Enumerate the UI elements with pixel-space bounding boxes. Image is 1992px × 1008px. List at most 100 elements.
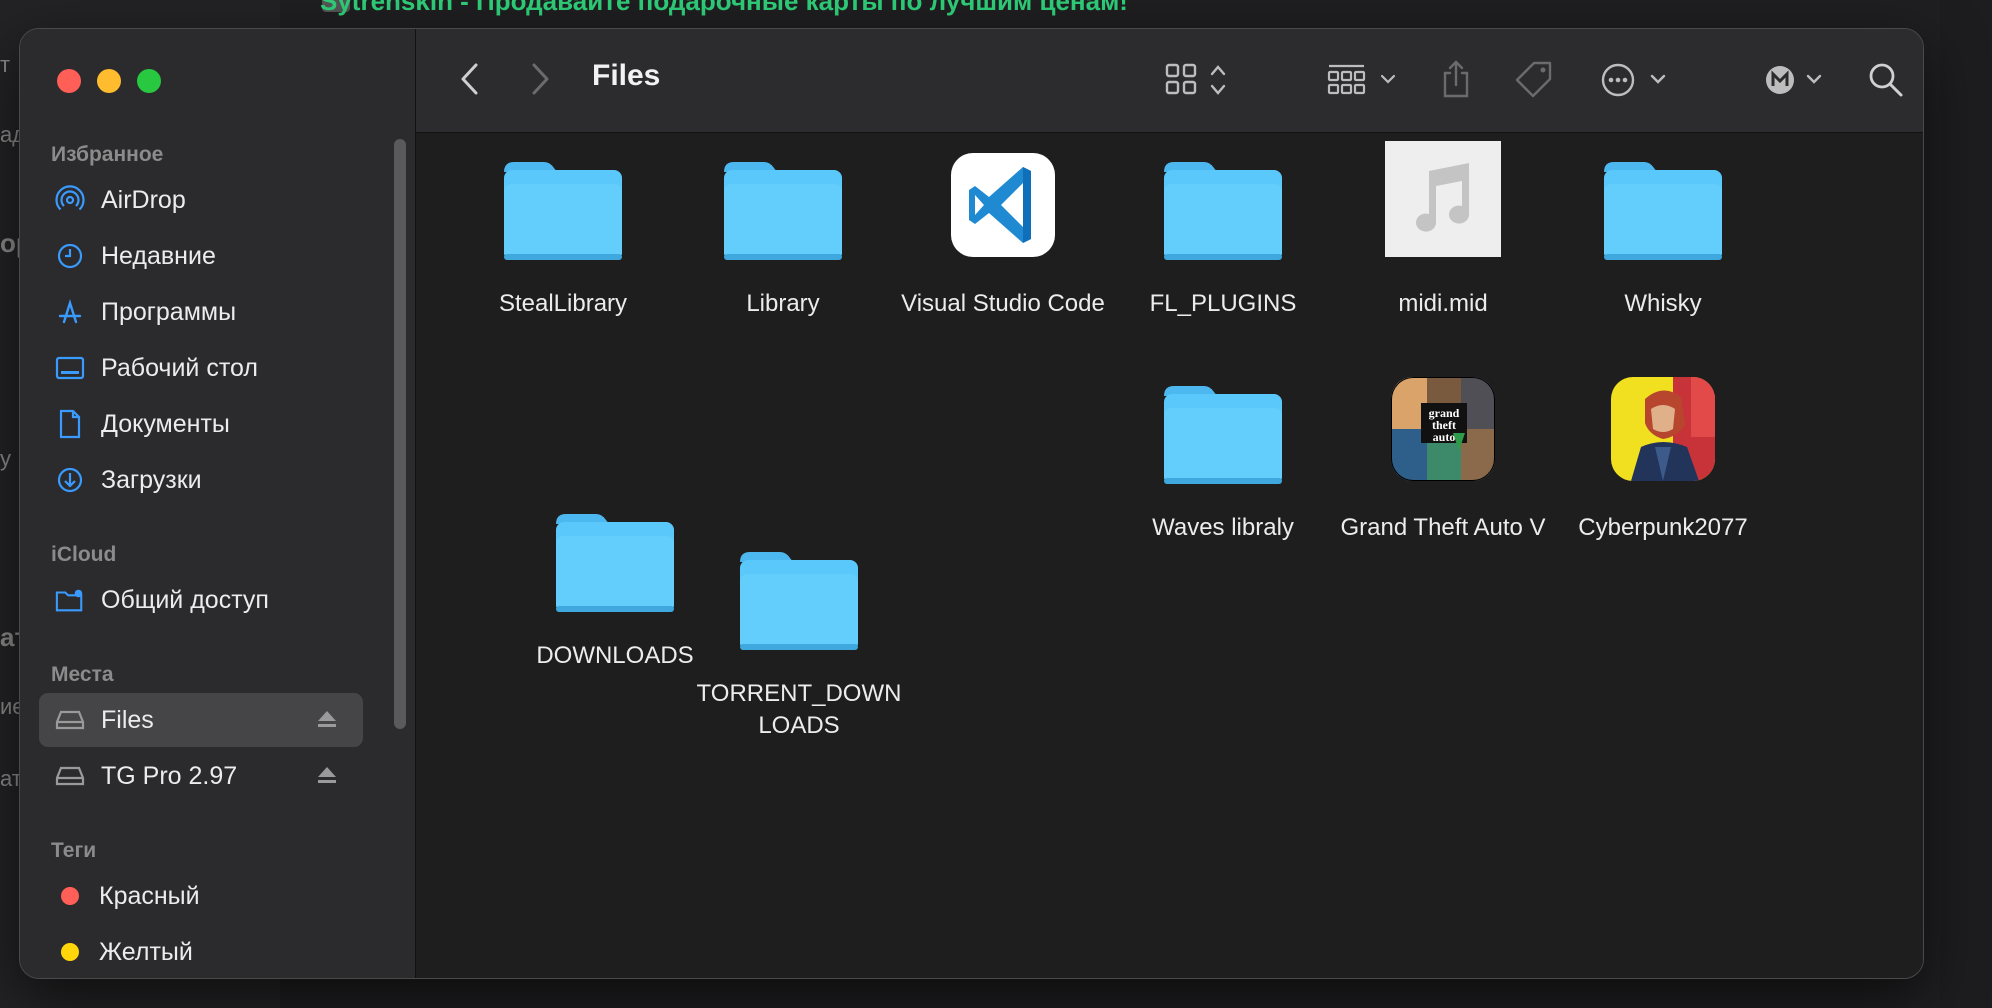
file-item-steamlibrary[interactable]: StealLibrary [453,148,673,320]
share-button[interactable] [1436,55,1476,103]
download-icon [55,465,85,495]
gta-app-icon: grand theft auto [1391,377,1495,486]
document-icon [55,409,85,439]
sidebar-item-label: Желтый [99,937,193,966]
drive-icon [55,705,85,735]
icloud-section-title: iCloud [51,543,117,566]
file-item-cyberpunk[interactable]: Cyberpunk2077 [1553,372,1773,544]
mega-account-icon [1766,66,1822,94]
file-item-library[interactable]: Library [673,148,893,320]
sidebar-scrollbar[interactable] [394,139,406,729]
file-name: Waves libraly [1152,514,1294,541]
file-name: Cyberpunk2077 [1578,514,1748,541]
file-name: midi.mid [1398,290,1488,317]
svg-text:auto: auto [1433,430,1456,444]
folder-icon [738,548,860,652]
grid-view-icon [1165,63,1226,95]
eject-icon[interactable] [315,763,339,787]
forward-button[interactable] [522,59,558,99]
more-icon [1601,63,1666,97]
desktop-icon [55,353,85,383]
search-button[interactable] [1866,59,1906,101]
favorites-section-title: Избранное [51,143,164,166]
sidebar-item-label: TG Pro 2.97 [101,761,238,790]
drive-icon [55,761,85,791]
forward-icon [532,63,549,95]
yellow-tag-dot-icon [61,943,79,961]
file-item-waves[interactable]: Waves libraly [1113,372,1333,544]
cyberpunk-app-icon [1611,377,1715,486]
share-icon [1443,60,1469,98]
sidebar-item-downloads[interactable]: Загрузки [39,453,363,507]
vscode-app-icon [951,153,1055,262]
tags-section-title: Теги [51,839,97,862]
search-icon [1869,63,1903,97]
sidebar-item-files[interactable]: Files [39,693,363,747]
folder-icon [1162,382,1284,486]
group-icon [1327,64,1396,95]
tag-icon [1515,61,1552,98]
folder-icon [722,158,844,262]
sidebar-item-label: Загрузки [101,465,202,494]
sidebar-item-label: AirDrop [101,185,186,214]
sidebar-item-label: Рабочий стол [101,353,258,382]
sidebar-item-label: Files [101,705,154,734]
file-item-vscode[interactable]: Visual Studio Code [893,148,1113,320]
more-actions-button[interactable] [1600,59,1672,101]
file-name: FL_PLUGINS [1149,290,1297,317]
file-name: TORRENT_DOWNLOADS [696,680,902,739]
sidebar-item-tag-yellow[interactable]: Желтый [39,925,363,978]
close-button[interactable] [57,69,81,93]
file-name: Library [746,290,820,317]
folder-icon [554,510,676,614]
airdrop-icon [55,185,85,215]
background-fragment: у [0,446,11,471]
applications-icon [55,297,85,327]
file-item-gta[interactable]: grand theft auto Grand Theft Auto V [1333,372,1553,544]
background-fragment: т [0,52,11,77]
sidebar-item-label: Документы [101,409,230,438]
back-icon [461,63,478,95]
minimize-button[interactable] [97,69,121,93]
zoom-button[interactable] [137,69,161,93]
file-name: Grand Theft Auto V [1340,514,1546,541]
sidebar-item-airdrop[interactable]: AirDrop [39,173,363,227]
sidebar-item-label: Программы [101,297,237,326]
toolbar: Files [416,29,1923,133]
finder-window: Избранное AirDrop Недавние Программы Раб… [19,28,1924,979]
sidebar-item-documents[interactable]: Документы [39,397,363,451]
view-mode-button[interactable] [1164,59,1236,101]
sidebar-item-applications[interactable]: Программы [39,285,363,339]
sidebar-item-recents[interactable]: Недавние [39,229,363,283]
sidebar-item-label: Красный [99,881,200,910]
file-grid: StealLibrary Library Visual Studio Code [416,133,1923,978]
shared-folder-icon [55,585,85,615]
mega-account-button[interactable] [1764,59,1830,101]
sidebar: Избранное AirDrop Недавние Программы Раб… [20,29,416,978]
sidebar-item-label: Недавние [101,241,216,270]
back-button[interactable] [452,59,488,99]
file-item-whisky[interactable]: Whisky [1553,148,1773,320]
clock-icon [55,241,85,271]
group-button[interactable] [1326,59,1402,101]
file-item-torrent-downloads[interactable]: TORRENT_DOWNLOADS [689,538,909,742]
file-item-midi[interactable]: midi.mid [1333,141,1553,320]
file-name: Visual Studio Code [901,290,1105,317]
file-name: Whisky [1624,290,1702,317]
audio-file-icon [1385,141,1501,262]
sidebar-item-tgpro[interactable]: TG Pro 2.97 [39,749,363,803]
tag-button[interactable] [1512,59,1556,101]
eject-icon[interactable] [315,707,339,731]
sidebar-item-label: Общий доступ [101,585,269,614]
window-title: Files [592,59,661,92]
folder-icon [1162,158,1284,262]
file-name: StealLibrary [498,290,628,317]
background-banner: Sytrenskin - Продавайте подарочные карты… [320,0,1128,16]
sidebar-item-desktop[interactable]: Рабочий стол [39,341,363,395]
sidebar-item-shared[interactable]: Общий доступ [39,573,363,627]
sidebar-item-tag-red[interactable]: Красный [39,869,363,923]
folder-icon [1602,158,1724,262]
file-item-fl-plugins[interactable]: FL_PLUGINS [1113,148,1333,320]
locations-section-title: Места [51,663,114,686]
red-tag-dot-icon [61,887,79,905]
